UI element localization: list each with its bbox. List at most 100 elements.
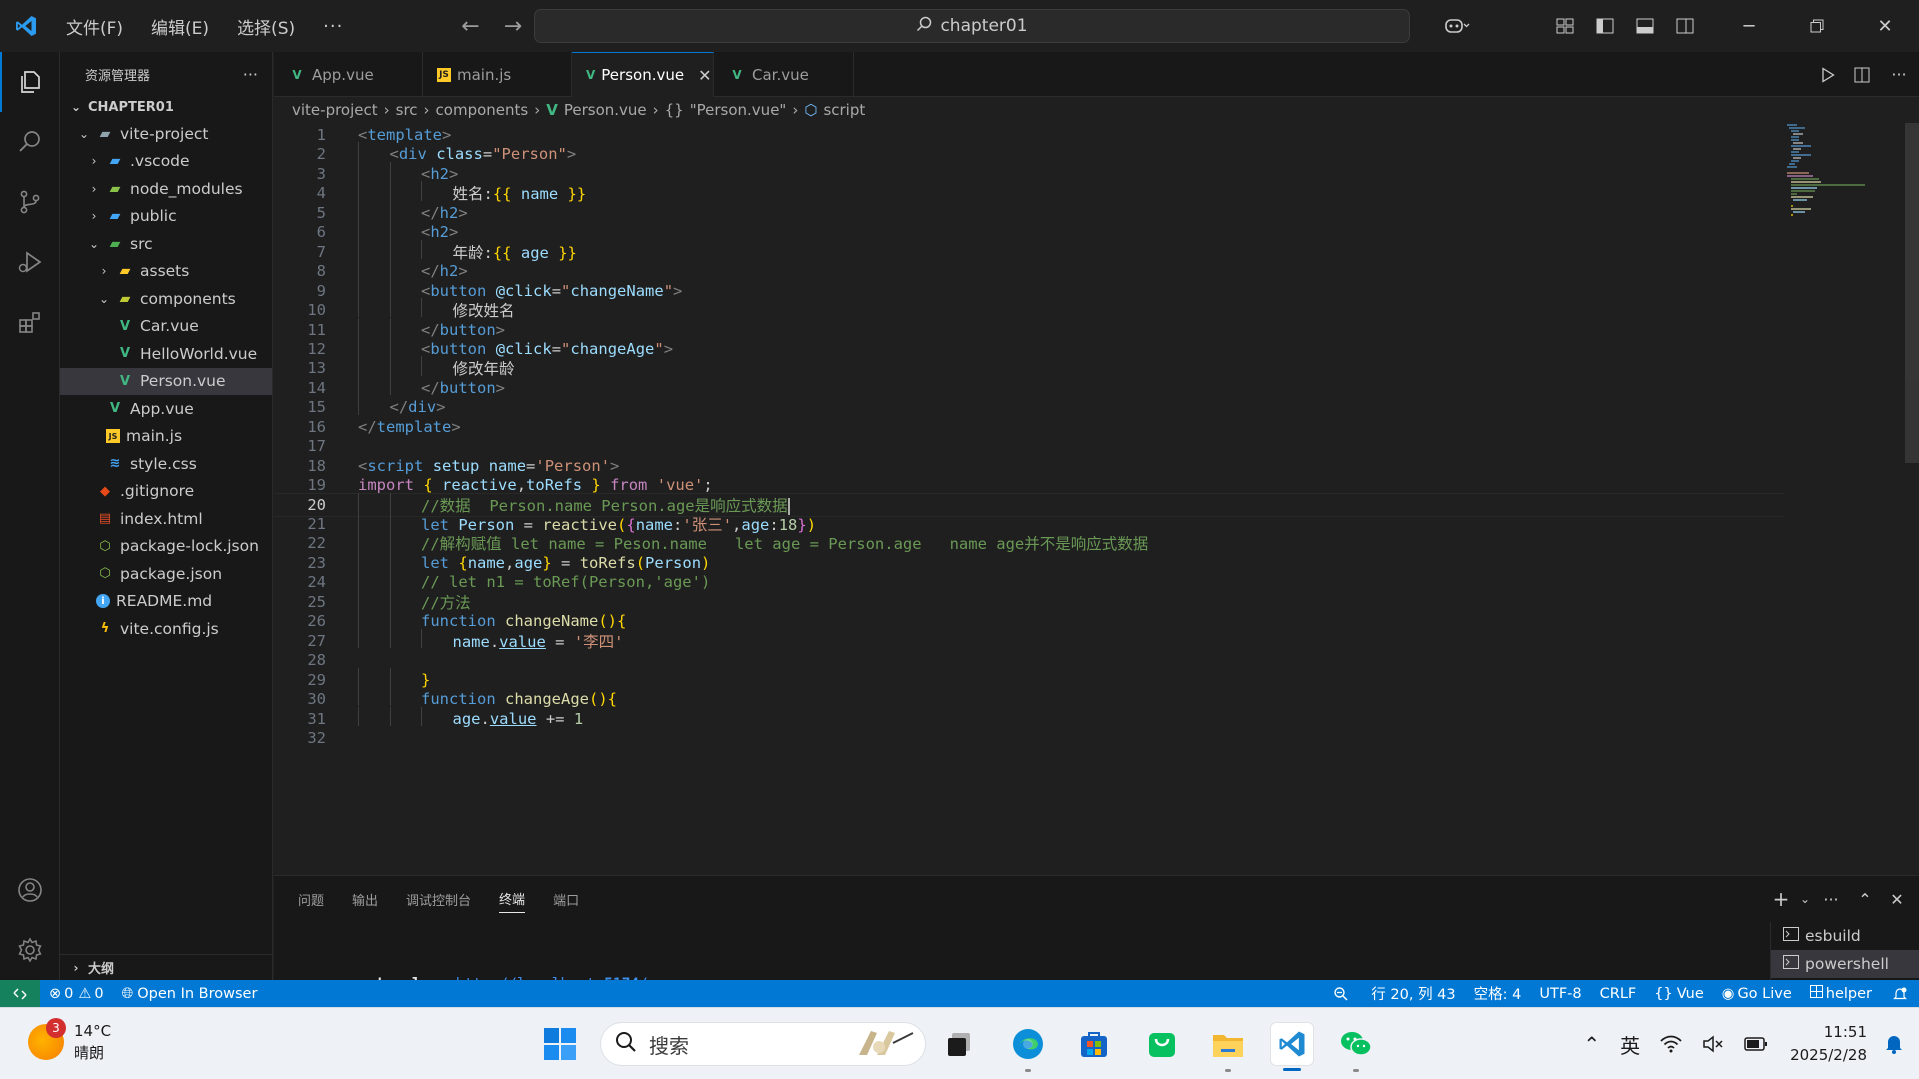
chevron-up-icon[interactable]: ⌃ <box>1573 1032 1610 1056</box>
tree-item[interactable]: JS main.js <box>60 423 272 451</box>
outline-section[interactable]: › 大纲 <box>60 954 273 980</box>
indentation[interactable]: 空格: 4 <box>1465 983 1531 1004</box>
tab-ports[interactable]: 端口 <box>553 886 579 913</box>
breadcrumb-item[interactable]: script <box>823 101 865 119</box>
tab-terminal[interactable]: 终端 <box>499 885 526 913</box>
breadcrumb-item[interactable]: Person.vue <box>564 101 647 119</box>
notification-bell-icon[interactable] <box>1879 1034 1919 1054</box>
tree-item[interactable]: i README.md <box>60 588 272 616</box>
maximize-panel-icon[interactable]: ⌃ <box>1849 890 1881 909</box>
new-terminal-icon[interactable]: + <box>1765 887 1797 911</box>
menu-more-icon[interactable]: ··· <box>309 16 357 37</box>
tree-item[interactable]: ϟ vite.config.js <box>60 615 272 643</box>
terminal-dropdown-chevron-icon[interactable]: ⌄ <box>1797 892 1813 906</box>
command-center-search[interactable]: chapter01 <box>534 9 1410 43</box>
task-view-icon[interactable] <box>938 1022 982 1066</box>
minimize-icon[interactable]: ─ <box>1715 0 1783 52</box>
tree-item[interactable]: V Person.vue <box>60 367 272 395</box>
edge-browser-icon[interactable] <box>1006 1022 1050 1072</box>
go-live-button[interactable]: ◉ Go Live <box>1713 986 1801 1002</box>
speaker-muted-icon[interactable] <box>1692 1035 1734 1053</box>
tree-item[interactable]: ⬡ package-lock.json <box>60 533 272 561</box>
shopping-bag-icon[interactable] <box>1140 1022 1184 1066</box>
panel-more-icon[interactable]: ··· <box>1813 890 1849 909</box>
taskbar-search[interactable]: 搜索 <box>600 1022 926 1066</box>
tree-item[interactable]: V App.vue <box>60 395 272 423</box>
toggle-secondary-sidebar-icon[interactable] <box>1665 0 1705 52</box>
toggle-panel-icon[interactable] <box>1625 0 1665 52</box>
copilot-icon[interactable] <box>1429 0 1485 52</box>
tree-item[interactable]: ⌄ ▰ components <box>60 285 272 313</box>
tree-item[interactable]: ⬡ package.json <box>60 560 272 588</box>
tab-output[interactable]: 输出 <box>352 886 378 913</box>
tab-car-vue[interactable]: V Car.vue <box>714 52 854 97</box>
tree-item[interactable]: V HelloWorld.vue <box>60 340 272 368</box>
vscode-taskbar-icon[interactable] <box>1270 1022 1314 1071</box>
menu-selection[interactable]: 选择(S) <box>223 14 309 39</box>
encoding[interactable]: UTF-8 <box>1530 986 1590 1002</box>
settings-gear-icon[interactable] <box>0 920 60 980</box>
explorer-icon[interactable] <box>0 52 60 112</box>
tree-item[interactable]: › ▰ public <box>60 203 272 231</box>
more-actions-icon[interactable]: ··· <box>1879 49 1919 101</box>
menu-edit[interactable]: 编辑(E) <box>137 14 223 39</box>
breadcrumb-item[interactable]: components <box>436 101 529 119</box>
language-mode[interactable]: {} Vue <box>1645 986 1713 1002</box>
code-editor[interactable]: 1 <template> 2 <div class="Person"> 3 <h2> 4 姓名… <box>274 123 1919 875</box>
accounts-icon[interactable] <box>0 860 60 920</box>
editor-scrollbar[interactable] <box>1905 123 1919 463</box>
menu-file[interactable]: 文件(F) <box>52 14 137 39</box>
remote-indicator-icon[interactable] <box>0 980 40 1007</box>
tree-item[interactable]: V Car.vue <box>60 313 272 341</box>
helper-item[interactable]: helper <box>1801 985 1881 1002</box>
back-arrow-icon[interactable]: ← <box>449 14 491 39</box>
toggle-primary-sidebar-icon[interactable] <box>1585 0 1625 52</box>
battery-icon[interactable] <box>1734 1037 1778 1051</box>
tree-item[interactable]: ⌄ ▰ src <box>60 230 272 258</box>
cursor-position[interactable]: 行 20, 列 43 <box>1362 983 1464 1004</box>
terminal-item-powershell[interactable]: powershell <box>1771 950 1919 978</box>
terminal-item-esbuild[interactable]: esbuild <box>1771 922 1919 950</box>
restore-icon[interactable] <box>1783 0 1851 52</box>
tree-item[interactable]: ◆ .gitignore <box>60 478 272 506</box>
input-method-indicator[interactable]: 英 <box>1610 1030 1650 1059</box>
start-button-icon[interactable] <box>538 1022 582 1066</box>
code-line[interactable]: 32 <box>274 726 1784 750</box>
tab-debug-console[interactable]: 调试控制台 <box>406 886 471 913</box>
wechat-icon[interactable] <box>1334 1022 1378 1072</box>
minimap[interactable] <box>1769 123 1879 223</box>
forward-arrow-icon[interactable]: → <box>492 14 534 39</box>
tab-person-vue[interactable]: V Person.vue ✕ <box>572 52 714 97</box>
tree-item[interactable]: › ▰ assets <box>60 258 272 286</box>
tree-item[interactable]: › ▰ node_modules <box>60 175 272 203</box>
search-view-icon[interactable] <box>0 112 60 172</box>
close-window-icon[interactable]: ✕ <box>1851 0 1919 52</box>
run-debug-icon[interactable] <box>0 232 60 292</box>
tree-item[interactable]: ▤ index.html <box>60 505 272 533</box>
microsoft-store-icon[interactable] <box>1072 1022 1116 1066</box>
breadcrumb-item[interactable]: src <box>396 101 418 119</box>
split-editor-icon[interactable] <box>1845 49 1879 101</box>
end-of-line[interactable]: CRLF <box>1591 986 1646 1002</box>
workspace-root[interactable]: ⌄ CHAPTER01 <box>60 96 272 118</box>
vscode-logo-icon[interactable] <box>0 0 52 52</box>
open-in-browser-button[interactable]: 🌐︎ Open In Browser <box>113 986 267 1002</box>
tree-item[interactable]: ≋ style.css <box>60 450 272 478</box>
problems-status[interactable]: ⊗ 0 ⚠ 0 <box>40 986 113 1002</box>
customize-layout-icon[interactable] <box>1545 0 1585 52</box>
clock[interactable]: 11:51 2025/2/28 <box>1778 1021 1879 1067</box>
tree-item[interactable]: › ▰ .vscode <box>60 148 272 176</box>
weather-widget[interactable]: 3 14°C 晴朗 <box>28 1018 111 1064</box>
tree-item[interactable]: ⌄ ▰ vite-project <box>60 120 272 148</box>
breadcrumb-item[interactable]: "Person.vue" <box>690 101 787 119</box>
zoom-icon[interactable] <box>1320 986 1362 1001</box>
close-panel-icon[interactable]: ✕ <box>1881 890 1913 909</box>
tab-app-vue[interactable]: V App.vue <box>274 52 423 97</box>
source-control-icon[interactable] <box>0 172 60 232</box>
extensions-icon[interactable] <box>0 292 60 352</box>
wifi-icon[interactable] <box>1650 1035 1692 1053</box>
tab-main-js[interactable]: JS main.js <box>423 52 572 97</box>
file-explorer-icon[interactable] <box>1206 1022 1250 1072</box>
tab-problems[interactable]: 问题 <box>298 886 324 913</box>
run-icon[interactable] <box>1811 49 1845 101</box>
